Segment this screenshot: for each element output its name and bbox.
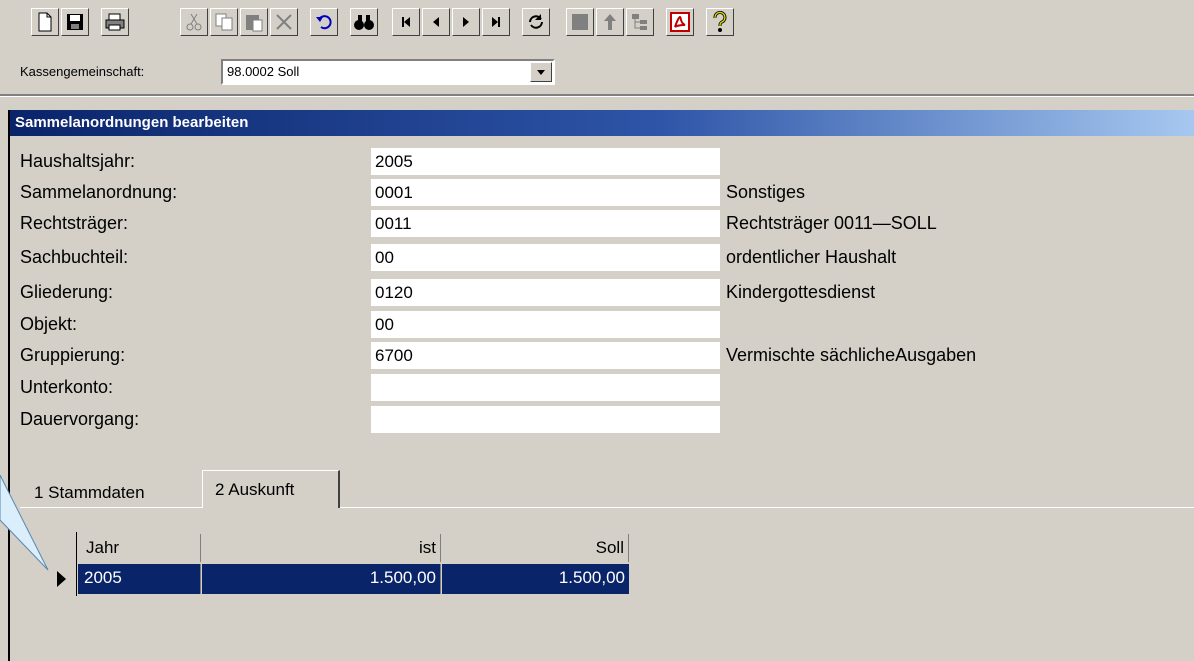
rechtstraeger-value: 0011 <box>375 214 412 233</box>
save-icon[interactable] <box>61 8 89 36</box>
unterkonto-field[interactable] <box>371 374 720 401</box>
gruppierung-description: Vermischte sächlicheAusgaben <box>726 345 977 365</box>
sammelanordnung-label: Sammelanordnung: <box>20 182 178 202</box>
rechtstraeger-label: Rechtsträger: <box>20 213 129 233</box>
panel-title-bar: Sammelanordnungen bearbeiten <box>10 110 1194 136</box>
column-header-soll[interactable]: Soll <box>442 534 629 562</box>
gliederung-value: 0120 <box>375 283 413 302</box>
objekt-field[interactable]: 00 <box>371 311 720 338</box>
objekt-label: Objekt: <box>20 314 78 334</box>
next-record-icon[interactable] <box>452 8 480 36</box>
toolbar <box>0 0 1194 46</box>
kassengemeinschaft-label: Kassengemeinschaft: <box>20 64 145 79</box>
last-record-icon[interactable] <box>482 8 510 36</box>
kassengemeinschaft-select[interactable]: 98.0002 Soll <box>221 59 555 85</box>
haushaltsjahr-value: 2005 <box>375 152 413 171</box>
cell-ist[interactable]: 1.500,00 <box>202 564 441 594</box>
kassengemeinschaft-value: 98.0002 Soll <box>227 64 300 79</box>
dauervorgang-field[interactable] <box>371 406 720 433</box>
tree-icon[interactable] <box>626 8 654 36</box>
refresh-icon[interactable] <box>522 8 550 36</box>
tab-baseline <box>20 507 1194 508</box>
first-record-icon[interactable] <box>392 8 420 36</box>
sachbuchteil-field[interactable]: 00 <box>371 244 720 271</box>
sachbuchteil-value: 00 <box>375 248 394 267</box>
new-document-icon[interactable] <box>31 8 59 36</box>
sachbuchteil-description: ordentlicher Haushalt <box>726 247 897 267</box>
help-icon[interactable] <box>706 8 734 36</box>
sammelanordnung-value: 0001 <box>375 183 413 202</box>
find-icon[interactable] <box>350 8 378 36</box>
pdf-icon[interactable] <box>666 8 694 36</box>
cell-jahr[interactable]: 2005 <box>78 564 201 594</box>
separator <box>0 94 1194 97</box>
sammelanordnung-description: Sonstiges <box>726 182 806 202</box>
undo-icon[interactable] <box>310 8 338 36</box>
gliederung-label: Gliederung: <box>20 282 114 302</box>
copy-icon[interactable] <box>210 8 238 36</box>
callout-pointer <box>0 474 49 571</box>
gruppierung-label: Gruppierung: <box>20 345 126 365</box>
chevron-down-icon[interactable] <box>530 62 552 82</box>
column-header-jahr[interactable]: Jahr <box>84 534 201 562</box>
stop-icon[interactable] <box>566 8 594 36</box>
unterkonto-label: Unterkonto: <box>20 377 114 397</box>
print-icon[interactable] <box>101 8 129 36</box>
gruppierung-field[interactable]: 6700 <box>371 342 720 369</box>
rechtstraeger-field[interactable]: 0011 <box>371 210 720 237</box>
gruppierung-value: 6700 <box>375 346 413 365</box>
sammelanordnung-field[interactable]: 0001 <box>371 179 720 206</box>
tab-auskunft-label: 2 Auskunft <box>215 480 295 499</box>
dauervorgang-label: Dauervorgang: <box>20 409 140 429</box>
gliederung-description: Kindergottesdienst <box>726 282 876 302</box>
sachbuchteil-label: Sachbuchteil: <box>20 247 129 267</box>
previous-record-icon[interactable] <box>422 8 450 36</box>
gliederung-field[interactable]: 0120 <box>371 279 720 306</box>
kassengemeinschaft-row: Kassengemeinschaft: 98.0002 Soll <box>0 56 1194 88</box>
haushaltsjahr-label: Haushaltsjahr: <box>20 151 136 171</box>
column-header-ist[interactable]: ist <box>202 534 441 562</box>
cut-icon[interactable] <box>180 8 208 36</box>
up-arrow-icon[interactable] <box>596 8 624 36</box>
paste-icon[interactable] <box>240 8 268 36</box>
delete-icon[interactable] <box>270 8 298 36</box>
tab-auskunft[interactable]: 2 Auskunft <box>202 470 340 508</box>
cell-soll[interactable]: 1.500,00 <box>442 564 629 594</box>
haushaltsjahr-field[interactable]: 2005 <box>371 148 720 175</box>
rechtstraeger-description: Rechtsträger 0011—SOLL <box>726 213 937 233</box>
objekt-value: 00 <box>375 315 394 334</box>
panel-title: Sammelanordnungen bearbeiten <box>15 114 249 131</box>
